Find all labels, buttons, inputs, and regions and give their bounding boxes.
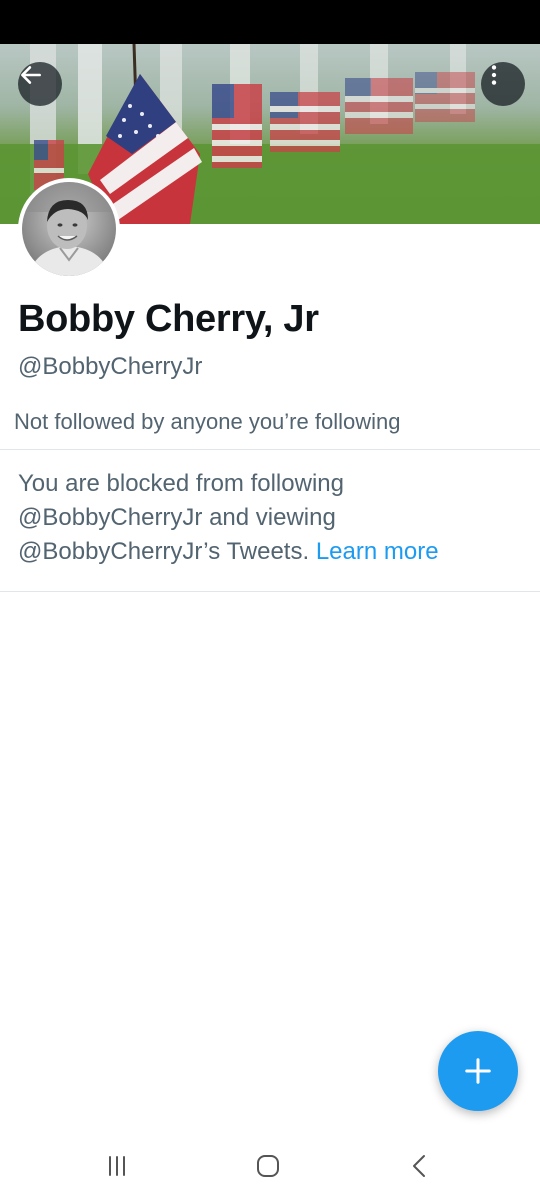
avatar[interactable]: [18, 178, 120, 280]
learn-more-link[interactable]: Learn more: [316, 538, 439, 565]
profile-screen: Bobby Cherry, Jr @BobbyCherryJr Not foll…: [0, 0, 540, 1200]
back-button[interactable]: [18, 62, 62, 106]
more-vertical-icon: [491, 65, 497, 85]
compose-tweet-button[interactable]: [438, 1031, 518, 1111]
home-icon: [257, 1155, 279, 1177]
divider: [0, 591, 540, 592]
followers-you-know[interactable]: Not followed by anyone you’re following: [14, 409, 400, 435]
profile-handle: @BobbyCherryJr: [18, 353, 203, 380]
arrow-left-icon: [21, 66, 41, 84]
divider: [0, 449, 540, 450]
plus-icon: [465, 1058, 491, 1084]
recents-button[interactable]: [97, 1148, 137, 1184]
display-name: Bobby Cherry, Jr: [18, 298, 319, 340]
blocked-notice-text: You are blocked from following @BobbyChe…: [18, 470, 344, 565]
home-button[interactable]: [248, 1148, 288, 1184]
system-back-button[interactable]: [400, 1148, 440, 1184]
recents-icon: [109, 1156, 125, 1176]
status-bar: [0, 0, 540, 44]
chevron-left-icon: [413, 1155, 425, 1177]
more-options-button[interactable]: [481, 62, 525, 106]
system-navigation-bar: [0, 1130, 540, 1200]
blocked-notice: You are blocked from following @BobbyChe…: [18, 467, 518, 569]
avatar-photo: [22, 182, 116, 276]
